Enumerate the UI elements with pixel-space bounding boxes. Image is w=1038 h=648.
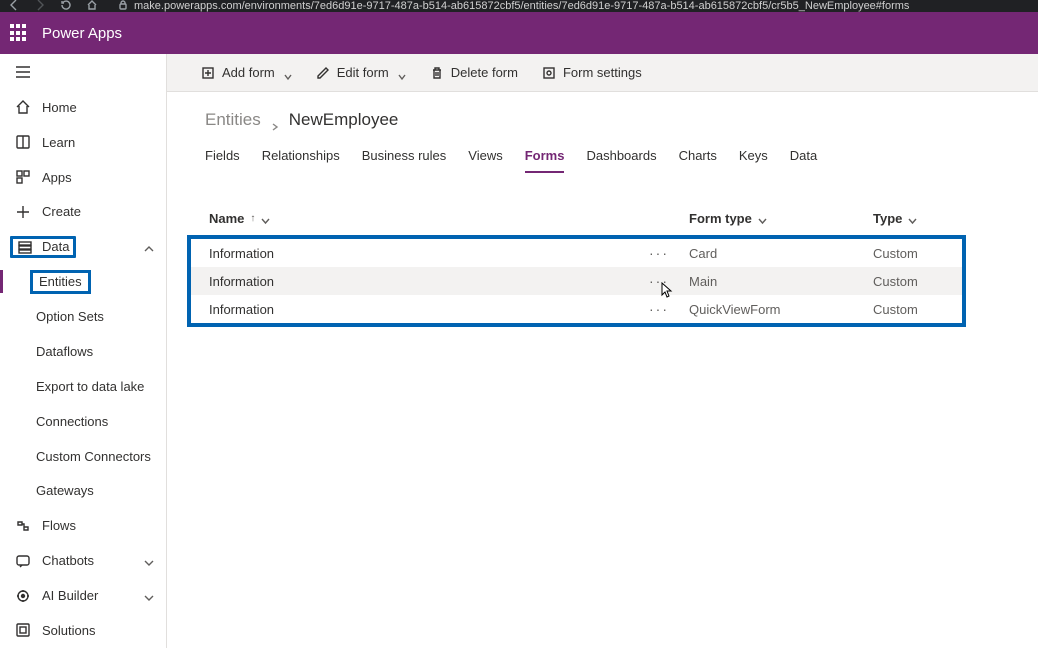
browser-reload-icon[interactable] [60, 0, 72, 14]
entity-tabs: Fields Relationships Business rules View… [167, 130, 1038, 173]
breadcrumb: Entities NewEmployee [167, 92, 1038, 130]
tab-data[interactable]: Data [790, 148, 817, 173]
row-more-button[interactable]: ··· [649, 301, 689, 317]
sidebar-item-learn[interactable]: Learn [0, 125, 166, 160]
edit-icon [316, 66, 330, 80]
data-icon [17, 239, 33, 255]
col-header-name[interactable]: Name ↑ [209, 211, 689, 226]
tab-dashboards[interactable]: Dashboards [586, 148, 656, 173]
sidebar-label: Apps [42, 170, 72, 185]
col-header-formtype[interactable]: Form type [689, 211, 873, 226]
row-more-button[interactable]: ··· [649, 273, 689, 289]
app-title: Power Apps [42, 25, 122, 42]
add-form-button[interactable]: Add form [191, 58, 302, 88]
breadcrumb-root[interactable]: Entities [205, 110, 261, 130]
sidebar-sub-export[interactable]: Export to data lake [0, 369, 166, 404]
forms-table: Name ↑ Form type Type Information ··· [167, 201, 1038, 327]
table-body: Information ··· Card Custom Information … [187, 235, 966, 327]
chevron-down-icon [398, 69, 406, 77]
col-header-type[interactable]: Type [873, 211, 1038, 226]
delete-form-button[interactable]: Delete form [420, 58, 528, 88]
sidebar-item-ai-builder[interactable]: AI Builder [0, 578, 166, 613]
table-row[interactable]: Information ··· Card Custom [191, 239, 962, 267]
sidebar-sub-custom-conn[interactable]: Custom Connectors [0, 439, 166, 474]
content-toolbar: Add form Edit form Delete form Form sett… [167, 54, 1038, 92]
browser-chrome: make.powerapps.com/environments/7ed6d91e… [0, 0, 1038, 12]
chatbot-icon [15, 553, 31, 569]
sidebar-item-chatbots[interactable]: Chatbots [0, 543, 166, 578]
chevron-down-icon [908, 214, 917, 223]
url-text[interactable]: make.powerapps.com/environments/7ed6d91e… [134, 0, 909, 12]
sidebar-item-solutions[interactable]: Solutions [0, 613, 166, 648]
tab-relationships[interactable]: Relationships [262, 148, 340, 173]
tab-charts[interactable]: Charts [679, 148, 717, 173]
sidebar-sub-entities[interactable]: Entities [0, 264, 166, 299]
browser-forward-icon[interactable] [34, 0, 46, 14]
sidebar-label: Flows [42, 518, 76, 533]
chevron-up-icon [144, 242, 154, 252]
chevron-down-icon [758, 214, 767, 223]
sidebar: Home Learn Apps Create Data Entities Opt… [0, 54, 167, 648]
sidebar-item-create[interactable]: Create [0, 195, 166, 230]
tab-fields[interactable]: Fields [205, 148, 240, 173]
tab-views[interactable]: Views [468, 148, 502, 173]
chevron-right-icon [271, 116, 279, 124]
sidebar-label: Chatbots [42, 553, 94, 568]
table-row[interactable]: Information ··· Main Custom [191, 267, 962, 295]
flows-icon [15, 518, 31, 534]
delete-icon [430, 66, 444, 80]
hamburger-button[interactable] [0, 54, 166, 90]
settings-icon [542, 66, 556, 80]
browser-back-icon[interactable] [8, 0, 20, 14]
sidebar-label: Learn [42, 135, 75, 150]
sidebar-sub-label: Entities [39, 274, 82, 289]
content-area: Add form Edit form Delete form Form sett… [167, 54, 1038, 648]
sort-asc-icon: ↑ [250, 213, 255, 224]
add-form-icon [201, 66, 215, 80]
ai-icon [15, 588, 31, 604]
app-launcher-icon[interactable] [10, 24, 28, 42]
tab-keys[interactable]: Keys [739, 148, 768, 173]
chevron-down-icon [144, 591, 154, 601]
edit-form-button[interactable]: Edit form [306, 58, 416, 88]
chevron-down-icon [144, 556, 154, 566]
row-more-button[interactable]: ··· [649, 245, 689, 261]
sidebar-item-home[interactable]: Home [0, 90, 166, 125]
form-settings-button[interactable]: Form settings [532, 58, 652, 88]
sidebar-label: AI Builder [42, 588, 98, 603]
table-header: Name ↑ Form type Type [167, 201, 1038, 235]
apps-icon [15, 169, 31, 185]
book-icon [15, 134, 31, 150]
sidebar-sub-option-sets[interactable]: Option Sets [0, 299, 166, 334]
sidebar-item-apps[interactable]: Apps [0, 160, 166, 195]
sidebar-label: Home [42, 100, 77, 115]
sidebar-item-flows[interactable]: Flows [0, 508, 166, 543]
chevron-down-icon [284, 69, 292, 77]
sidebar-sub-connections[interactable]: Connections [0, 404, 166, 439]
lock-icon [118, 0, 128, 13]
plus-icon [15, 204, 31, 220]
suite-bar: Power Apps [0, 12, 1038, 54]
tab-forms[interactable]: Forms [525, 148, 565, 173]
sidebar-item-data[interactable]: Data [0, 229, 166, 264]
chevron-down-icon [261, 214, 270, 223]
browser-home-icon[interactable] [86, 0, 98, 14]
sidebar-label: Data [42, 239, 69, 254]
breadcrumb-current: NewEmployee [289, 110, 399, 130]
tab-business-rules[interactable]: Business rules [362, 148, 447, 173]
sidebar-sub-dataflows[interactable]: Dataflows [0, 334, 166, 369]
sidebar-sub-gateways[interactable]: Gateways [0, 474, 166, 509]
solutions-icon [15, 622, 31, 638]
table-row[interactable]: Information ··· QuickViewForm Custom [191, 295, 962, 323]
home-icon [15, 99, 31, 115]
sidebar-label: Create [42, 204, 81, 219]
sidebar-label: Solutions [42, 623, 95, 638]
